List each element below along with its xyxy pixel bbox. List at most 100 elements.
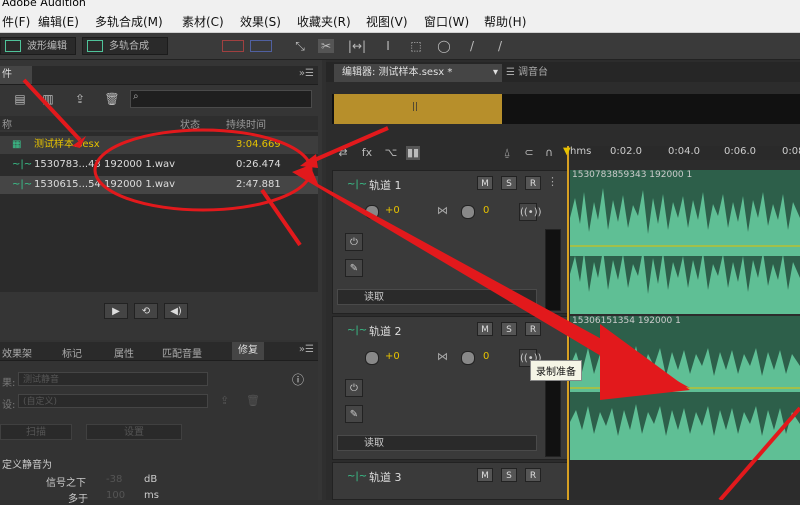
menu-window[interactable]: 窗口(W) <box>424 13 469 30</box>
tab-repair[interactable]: 修复 <box>232 342 264 360</box>
import-icon[interactable]: ⇪ <box>72 92 88 106</box>
mute-button[interactable]: M <box>477 468 493 482</box>
solo-button[interactable]: S <box>501 176 517 190</box>
panel-menu-icon[interactable]: »☰ <box>299 68 314 79</box>
time-selection-icon[interactable]: I <box>380 39 396 53</box>
file-row[interactable]: ~|~ 1530783...43 192000 1.wav 0:26.474 <box>0 156 318 174</box>
track-name[interactable]: 轨道 1 <box>369 177 402 193</box>
track-name[interactable]: 轨道 2 <box>369 323 402 339</box>
metronome-icon[interactable]: ⍙ <box>500 146 514 160</box>
pan-knob[interactable] <box>461 351 475 365</box>
solo-button[interactable]: S <box>501 468 517 482</box>
column-status[interactable]: 状态 <box>180 116 200 131</box>
playhead[interactable] <box>567 146 569 500</box>
tab-effects-rack[interactable]: 效果架 <box>2 345 32 360</box>
menu-help[interactable]: 帮助(H) <box>484 13 526 30</box>
volume-knob[interactable] <box>365 351 379 365</box>
pencil-icon[interactable]: ✎ <box>345 405 363 423</box>
menu-file[interactable]: 件(F) <box>2 13 30 30</box>
scan-button[interactable]: 扫描 <box>0 424 72 440</box>
tab-editor[interactable]: 编辑器: 测试样本.sesx * ▾ <box>334 64 502 82</box>
panel-menu-icon[interactable]: »☰ <box>299 344 314 355</box>
swap-icon[interactable]: ⇄ <box>336 146 350 160</box>
info-icon[interactable]: ⓘ <box>292 371 304 388</box>
snap-icon[interactable]: ⊂ <box>522 146 536 160</box>
waveform-mode-button[interactable]: 波形编辑 <box>0 37 76 55</box>
pan-value[interactable]: 0 <box>483 351 489 362</box>
mute-button[interactable]: M <box>477 322 493 336</box>
file-name: 1530783...43 192000 1.wav <box>34 159 176 170</box>
track-name[interactable]: 轨道 3 <box>369 469 402 485</box>
chevron-down-icon[interactable]: ⋮ <box>547 175 558 188</box>
audio-clip[interactable]: 15306151354 192000 1 <box>570 316 800 460</box>
search-input[interactable]: ⌕ <box>130 90 312 108</box>
new-file-icon[interactable]: ▤ <box>12 92 28 106</box>
spectral-pitch-icon[interactable] <box>250 40 272 52</box>
volume-value[interactable]: +0 <box>385 351 400 362</box>
menu-multitrack[interactable]: 多轨合成(M) <box>95 13 163 30</box>
marquee-icon[interactable]: ⬚ <box>408 39 424 53</box>
menu-edit[interactable]: 编辑(E) <box>38 13 79 30</box>
tab-properties[interactable]: 属性 <box>114 345 134 360</box>
stereo-icon[interactable]: ((•)) <box>519 203 542 221</box>
file-row[interactable]: ~|~ 1530615...54 192000 1.wav 2:47.881 <box>0 176 318 194</box>
fx-icon[interactable]: fx <box>360 146 374 160</box>
slip-tool-icon[interactable]: |↔| <box>346 39 368 53</box>
spectral-frequency-icon[interactable] <box>222 40 244 52</box>
menu-favorites[interactable]: 收藏夹(R) <box>297 13 351 30</box>
menu-effects[interactable]: 效果(S) <box>240 13 281 30</box>
settings-button[interactable]: 设置 <box>86 424 182 440</box>
spot-healing-icon[interactable]: / <box>492 39 508 53</box>
pan-knob[interactable] <box>461 205 475 219</box>
more-value[interactable]: 100 <box>106 490 125 501</box>
razor-tool-icon[interactable]: ✂ <box>318 39 334 53</box>
loop-icon[interactable]: ⟲ <box>134 303 158 319</box>
sends-icon[interactable]: ⌥ <box>384 146 398 160</box>
open-file-icon[interactable]: ▥ <box>40 92 56 106</box>
overview-bar[interactable]: || <box>332 94 800 124</box>
tab-files[interactable]: 件 <box>0 66 32 84</box>
eq-icon[interactable]: ▮▮ <box>406 146 420 160</box>
column-name[interactable]: 称 <box>2 116 12 131</box>
delete-icon[interactable]: 🗑 <box>104 92 120 106</box>
move-tool-icon[interactable]: ⤡ <box>292 39 308 53</box>
tab-mixer[interactable]: 调音台 <box>510 64 556 82</box>
tab-match-volume[interactable]: 匹配音量 <box>162 345 202 360</box>
preset2-dropdown[interactable]: (自定义) <box>18 394 208 408</box>
brush-icon[interactable]: / <box>464 39 480 53</box>
pencil-icon[interactable]: ✎ <box>345 259 363 277</box>
record-arm-button[interactable]: R <box>525 468 541 482</box>
pan-value[interactable]: 0 <box>483 205 489 216</box>
automation-mode-dropdown[interactable]: 读取 <box>337 289 537 305</box>
lasso-icon[interactable]: ◯ <box>436 39 452 53</box>
more-unit: ms <box>144 490 159 501</box>
auto-play-icon[interactable]: ◀) <box>164 303 188 319</box>
menu-clip[interactable]: 素材(C) <box>182 13 224 30</box>
menu-view[interactable]: 视图(V) <box>366 13 408 30</box>
headphone-icon[interactable]: ∩ <box>542 146 556 160</box>
playhead-handle-icon[interactable]: ▼ <box>563 146 571 157</box>
play-icon[interactable]: ▶ <box>104 303 128 319</box>
column-duration[interactable]: 持续时间 <box>226 116 266 131</box>
signal-value[interactable]: -38 <box>106 474 122 485</box>
record-arm-button[interactable]: R <box>525 176 541 190</box>
timeline-ruler[interactable]: hms 0:02.0 0:04.0 0:06.0 0:08 <box>568 146 800 160</box>
power-icon[interactable]: ⏻ <box>345 379 363 397</box>
solo-button[interactable]: S <box>501 322 517 336</box>
volume-knob[interactable] <box>365 205 379 219</box>
automation-mode-dropdown[interactable]: 读取 <box>337 435 537 451</box>
tab-markers[interactable]: 标记 <box>62 345 82 360</box>
preset-dropdown[interactable]: 测试静音 <box>18 372 208 386</box>
multitrack-mode-button[interactable]: 多轨合成 <box>82 37 168 55</box>
editor-tabs: 编辑器: 测试样本.sesx * ▾ ☰ 调音台 <box>326 62 800 82</box>
overview-selection[interactable]: || <box>334 94 502 124</box>
record-arm-button[interactable]: R <box>525 322 541 336</box>
audio-clip[interactable]: 1530783859343 192000 1 <box>570 170 800 314</box>
save-preset-icon[interactable]: ⇪ <box>220 394 229 407</box>
power-icon[interactable]: ⏻ <box>345 233 363 251</box>
mute-button[interactable]: M <box>477 176 493 190</box>
file-duration: 0:26.474 <box>236 159 281 170</box>
file-row[interactable]: ▦ 测试样本.sesx 3:04.669 <box>0 136 318 154</box>
volume-value[interactable]: +0 <box>385 205 400 216</box>
delete-preset-icon[interactable]: 🗑 <box>246 394 260 407</box>
